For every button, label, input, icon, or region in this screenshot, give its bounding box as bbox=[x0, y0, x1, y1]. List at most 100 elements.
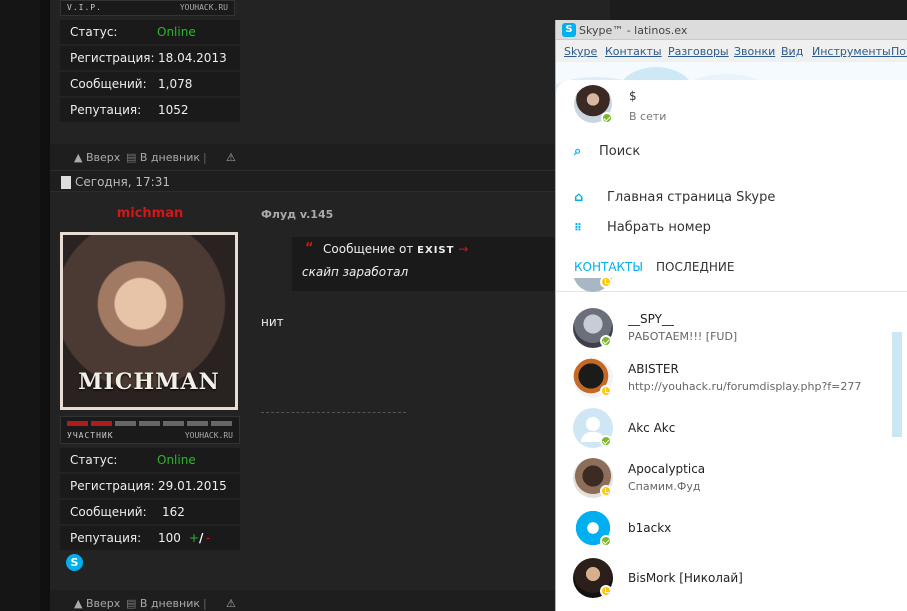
online-status-icon bbox=[600, 335, 612, 347]
skype-window: S Skype™ - latinos.ex Skype Контакты Раз… bbox=[555, 20, 907, 611]
menu-skype[interactable]: Skype bbox=[564, 45, 597, 58]
diary-icon: ▤ bbox=[126, 151, 137, 164]
rank-segment bbox=[211, 421, 232, 426]
warning-icon[interactable]: ⚠ bbox=[226, 597, 236, 610]
stat-reputation: Репутация: 100 + / - bbox=[60, 526, 240, 550]
search-icon: ⌕ bbox=[574, 144, 582, 159]
contact-item[interactable]: Akc Akc bbox=[556, 408, 891, 458]
contact-item[interactable]: BisMork [Николай] bbox=[556, 558, 891, 608]
skype-logo-icon: S bbox=[562, 23, 576, 37]
away-status-icon bbox=[600, 585, 612, 597]
contact-mood: РАБОТАЕМ!!! [FUD] bbox=[628, 330, 738, 343]
quote-link-icon[interactable]: → bbox=[458, 242, 468, 256]
quote-author[interactable]: EXIST bbox=[417, 245, 454, 256]
contact-name: __SPY__ bbox=[628, 312, 674, 326]
contact-item[interactable]: b1ackx bbox=[556, 508, 891, 558]
post-actions: ▲ Вверх ▤ В дневник | ⚠ bbox=[50, 144, 610, 170]
menu-contacts[interactable]: Контакты bbox=[605, 45, 662, 58]
rank-segment bbox=[139, 421, 160, 426]
username[interactable]: michman bbox=[60, 206, 240, 221]
my-status[interactable]: В сети bbox=[629, 110, 666, 123]
rank-label: УЧАСТНИК bbox=[67, 431, 114, 440]
contact-name: BisMork [Николай] bbox=[628, 571, 743, 585]
stat-reputation: Репутация: 1052 bbox=[60, 98, 240, 122]
diary-link[interactable]: ▤ В дневник bbox=[126, 151, 200, 164]
rank-segment bbox=[163, 421, 184, 426]
home-button[interactable]: ⌂ Главная страница Skype bbox=[574, 190, 775, 205]
diary-icon: ▤ bbox=[126, 597, 137, 610]
rep-separator: / bbox=[199, 531, 204, 545]
post-date: Сегодня, 17:31 bbox=[75, 175, 170, 189]
left-margin bbox=[0, 0, 40, 611]
menu-calls[interactable]: Звонки bbox=[734, 45, 775, 58]
rank-bar: УЧАСТНИК YOUHACK.RU bbox=[60, 416, 240, 444]
stat-registration: Регистрация: 18.04.2013 bbox=[60, 46, 240, 70]
online-status-icon bbox=[600, 435, 612, 447]
rank-segment bbox=[187, 421, 208, 426]
status-online: Online bbox=[157, 25, 196, 39]
quote-icon: “ bbox=[305, 241, 314, 256]
menu-tools[interactable]: Инструменты bbox=[812, 45, 891, 58]
thread-title[interactable]: Флуд v.145 bbox=[261, 208, 333, 221]
separator: | bbox=[203, 597, 207, 610]
stat-messages: Сообщений: 162 bbox=[60, 500, 240, 524]
home-icon: ⌂ bbox=[574, 190, 584, 205]
online-status-icon bbox=[600, 535, 612, 547]
separator: | bbox=[203, 151, 207, 164]
contact-mood: Спамим.Фуд bbox=[628, 480, 701, 493]
rank-segment bbox=[115, 421, 136, 426]
contact-item[interactable]: Apocalyptica Спамим.Фуд bbox=[556, 458, 891, 508]
menu-bar: Skype Контакты Разговоры Звонки Вид Инст… bbox=[556, 40, 907, 62]
menu-help[interactable]: Пом bbox=[891, 45, 907, 58]
post-actions: ▲ Вверх ▤ В дневник | ⚠ bbox=[50, 590, 610, 611]
contact-avatar-partial bbox=[573, 278, 613, 292]
online-status-icon bbox=[601, 112, 613, 124]
dial-button[interactable]: ⠿ Набрать номер bbox=[574, 220, 711, 235]
rank-label: V.I.P. bbox=[67, 3, 102, 12]
rep-plus-button[interactable]: + bbox=[189, 531, 199, 545]
rank-segment bbox=[67, 421, 88, 426]
avatar-caption: MICHMAN bbox=[78, 369, 220, 395]
quote-header: Сообщение от EXIST → bbox=[323, 242, 469, 256]
stat-status: Статус: Online bbox=[60, 448, 240, 472]
vip-rank-bar: V.I.P. YOUHACK.RU bbox=[60, 0, 235, 16]
diary-link[interactable]: ▤ В дневник bbox=[126, 597, 200, 610]
status-online: Online bbox=[157, 453, 196, 467]
menu-view[interactable]: Вид bbox=[781, 45, 803, 58]
contact-item[interactable]: ABISTER http://youhack.ru/forumdisplay.ph… bbox=[556, 358, 891, 408]
menu-conversations[interactable]: Разговоры bbox=[668, 45, 729, 58]
warning-icon[interactable]: ⚠ bbox=[226, 151, 236, 164]
rep-minus-button[interactable]: - bbox=[206, 531, 210, 545]
signature-divider bbox=[261, 412, 406, 413]
stat-messages: Сообщений: 1,078 bbox=[60, 72, 240, 96]
document-icon bbox=[61, 176, 71, 189]
title-bar[interactable]: S Skype™ - latinos.ex bbox=[556, 20, 907, 40]
tab-recent[interactable]: ПОСЛЕДНИЕ bbox=[656, 260, 734, 274]
quote-text: скайп заработал bbox=[302, 265, 409, 279]
away-status-icon bbox=[600, 485, 612, 497]
contact-name: ABISTER bbox=[628, 362, 679, 376]
quote-box: “ Сообщение от EXIST → скайп заработал bbox=[292, 237, 572, 291]
contact-item[interactable]: __SPY__ РАБОТАЕМ!!! [FUD] bbox=[556, 308, 891, 358]
user-avatar[interactable]: MICHMAN bbox=[60, 232, 238, 410]
contact-name: b1ackx bbox=[628, 521, 672, 535]
away-status-icon bbox=[600, 385, 612, 397]
rank-site: YOUHACK.RU bbox=[184, 431, 233, 440]
dialpad-icon: ⠿ bbox=[574, 223, 582, 234]
post-date-bar: Сегодня, 17:31 bbox=[50, 170, 610, 192]
tab-contacts[interactable]: КОНТАКТЫ bbox=[574, 260, 643, 274]
my-name[interactable]: $ bbox=[629, 89, 637, 103]
up-link[interactable]: ▲ Вверх bbox=[74, 597, 120, 610]
rank-site: YOUHACK.RU bbox=[179, 3, 228, 12]
rank-segment bbox=[91, 421, 112, 426]
scrollbar[interactable] bbox=[892, 332, 902, 437]
up-link[interactable]: ▲ Вверх bbox=[74, 151, 120, 164]
stat-registration: Регистрация: 29.01.2015 bbox=[60, 474, 240, 498]
post-text: нит bbox=[261, 315, 284, 329]
contact-mood: http://youhack.ru/forumdisplay.php?f=277 bbox=[628, 380, 862, 393]
contact-name: Akc Akc bbox=[628, 421, 676, 435]
left-margin-inner bbox=[40, 0, 50, 611]
contact-name: Apocalyptica bbox=[628, 462, 706, 476]
skype-icon[interactable]: S bbox=[66, 554, 83, 571]
search-button[interactable]: ⌕ Поиск bbox=[574, 144, 640, 159]
